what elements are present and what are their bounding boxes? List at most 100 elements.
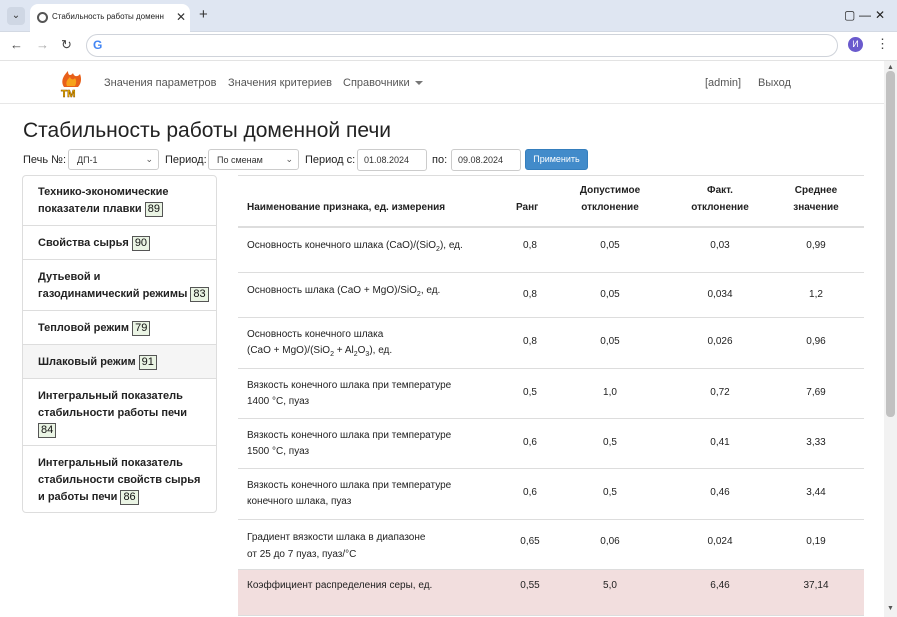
section-nav-label: Дутьевой и: [38, 271, 101, 283]
score-badge: 89: [144, 202, 163, 217]
browser-toolbar: ← → ↻ G И ⋮: [0, 32, 897, 61]
nav-link-criteria[interactable]: Значения критериев: [228, 77, 332, 89]
column-header-rank: Ранг: [516, 202, 539, 213]
window-maximize-button[interactable]: ▢: [844, 8, 855, 22]
row-mean: 7,69: [806, 387, 826, 398]
row-mean: 1,2: [809, 289, 823, 300]
nav-link-references[interactable]: Справочники: [343, 77, 423, 89]
tab-title: Стабильность работы доменн: [52, 12, 164, 21]
table-row-highlighted[interactable]: Коэффициент распределения серы, ед. 0,55…: [238, 570, 864, 616]
row-allowed: 0,06: [600, 536, 620, 547]
section-nav-item-integral-raw-and-operation[interactable]: Интегральный показатель стабильности сво…: [23, 446, 216, 513]
row-allowed: 0,5: [603, 487, 617, 498]
address-bar[interactable]: G: [86, 34, 838, 57]
row-mean: 0,96: [806, 336, 826, 347]
browser-tab[interactable]: Стабильность работы доменн ✕: [30, 4, 190, 32]
section-nav-label: Технико-экономические: [38, 186, 169, 198]
window-close-button[interactable]: ✕: [875, 8, 885, 22]
section-nav-label-line: Шлаковый режим 91: [38, 354, 157, 371]
row-name: Градиент вязкости шлака в диапазоне от 25…: [247, 532, 426, 560]
score-badge: 91: [138, 355, 157, 370]
row-actual: 0,72: [710, 387, 730, 398]
section-nav-label: Тепловой режим: [38, 322, 130, 334]
scroll-up-arrow-icon[interactable]: ▲: [887, 64, 894, 71]
reload-button[interactable]: ↻: [61, 37, 72, 53]
row-mean: 3,44: [806, 487, 826, 498]
row-rank: 0,8: [523, 336, 537, 347]
column-header-actual: Факт. отклонение: [678, 182, 762, 216]
column-header-mean-line1: Среднее: [794, 185, 838, 196]
browser-menu-icon[interactable]: ⋮: [876, 36, 889, 52]
row-actual: 0,03: [710, 240, 730, 251]
column-header-actual-line2: отклонение: [691, 202, 749, 213]
row-allowed: 0,5: [603, 437, 617, 448]
section-nav-label: Интегральный показатель: [38, 457, 183, 469]
page-scrollbar[interactable]: ▲ ▼: [884, 61, 897, 617]
google-icon: G: [93, 38, 103, 52]
section-nav-label-line2: газодинамический режимы 83: [38, 286, 209, 303]
date-to-input[interactable]: 09.08.2024: [451, 149, 521, 171]
column-header-allowed: Допустимое отклонение: [568, 182, 652, 216]
row-mean: 37,14: [803, 580, 829, 591]
tab-close-icon[interactable]: ✕: [176, 10, 186, 24]
tab-search-button[interactable]: ⌄: [7, 7, 25, 25]
period-select-value: По сменам: [217, 155, 263, 165]
furnace-select-value: ДП-1: [77, 155, 98, 165]
section-nav-item-technical-economic[interactable]: Технико-экономические показатели плавки …: [23, 176, 216, 226]
forward-button[interactable]: →: [36, 37, 49, 52]
row-rank: 0,55: [520, 580, 540, 591]
row-allowed: 5,0: [603, 580, 617, 591]
period-select[interactable]: По сменам ⌄: [208, 149, 299, 170]
window-minimize-button[interactable]: —: [859, 8, 871, 22]
table-row[interactable]: Основность конечного шлака (CaO + MgO)/(S…: [238, 318, 864, 369]
apply-button[interactable]: Применить: [525, 149, 588, 170]
row-mean: 0,19: [806, 536, 826, 547]
section-nav-label: Шлаковый режим: [38, 356, 136, 368]
logout-link[interactable]: Выход: [758, 77, 791, 89]
logo-icon[interactable]: ТМ: [56, 67, 88, 99]
table-row[interactable]: Основность шлака (CaO + MgO)/SiO2, ед. 0…: [238, 273, 864, 318]
table-row[interactable]: Градиент вязкости шлака в диапазоне от 25…: [238, 520, 864, 570]
profile-avatar[interactable]: И: [848, 37, 863, 52]
nav-link-parameters[interactable]: Значения параметров: [104, 77, 216, 89]
back-button[interactable]: ←: [10, 37, 23, 52]
row-allowed: 0,05: [600, 336, 620, 347]
section-nav-item-slag[interactable]: Шлаковый режим 91: [23, 345, 216, 379]
section-nav-item-raw-materials[interactable]: Свойства сырья 90: [23, 226, 216, 260]
score-badge: 83: [190, 287, 209, 302]
new-tab-button[interactable]: +: [199, 6, 208, 23]
chevron-down-icon: ⌄: [285, 154, 293, 164]
row-rank: 0,8: [523, 240, 537, 251]
furnace-select[interactable]: ДП-1 ⌄: [68, 149, 159, 170]
section-nav: Технико-экономические показатели плавки …: [22, 175, 217, 513]
section-nav-label: и работы печи: [38, 491, 118, 503]
row-allowed: 0,05: [600, 240, 620, 251]
section-nav-label: стабильности работы печи: [38, 407, 188, 419]
row-actual: 0,026: [707, 336, 733, 347]
row-name: Основность конечного шлака (CaO)/(SiO2),…: [247, 240, 463, 253]
furnace-label: Печь №:: [23, 154, 67, 166]
table-row[interactable]: Вязкость конечного шлака при температуре…: [238, 369, 864, 419]
page-title: Стабильность работы доменной печи: [23, 119, 392, 142]
row-name: Основность шлака (CaO + MgO)/SiO2, ед.: [247, 285, 441, 298]
section-nav-label: Свойства сырья: [38, 237, 129, 249]
table-row[interactable]: Вязкость конечного шлака при температуре…: [238, 419, 864, 469]
site-navbar: ТМ Значения параметров Значения критерие…: [0, 61, 884, 104]
section-nav-item-blast-gas[interactable]: Дутьевой и газодинамический режимы 83: [23, 260, 216, 311]
row-rank: 0,6: [523, 437, 537, 448]
chevron-down-icon: [414, 81, 423, 86]
section-nav-item-integral-operation[interactable]: Интегральный показатель стабильности раб…: [23, 379, 216, 446]
scrollbar-thumb[interactable]: [886, 71, 895, 417]
criteria-table: Наименование признака, ед. измерения Ран…: [238, 175, 864, 617]
row-allowed: 1,0: [603, 387, 617, 398]
row-rank: 0,5: [523, 387, 537, 398]
section-nav-item-thermal[interactable]: Тепловой режим 79: [23, 311, 216, 345]
table-row[interactable]: Основность конечного шлака (CaO)/(SiO2),…: [238, 228, 864, 273]
nav-link-references-label: Справочники: [343, 77, 410, 89]
table-row[interactable]: Вязкость конечного шлака при температуре…: [238, 469, 864, 520]
scroll-down-arrow-icon[interactable]: ▼: [887, 605, 894, 612]
section-nav-label-line2: показатели плавки 89: [38, 201, 163, 218]
date-from-input[interactable]: 01.08.2024: [357, 149, 427, 171]
row-allowed: 0,05: [600, 289, 620, 300]
row-rank: 0,65: [520, 536, 540, 547]
